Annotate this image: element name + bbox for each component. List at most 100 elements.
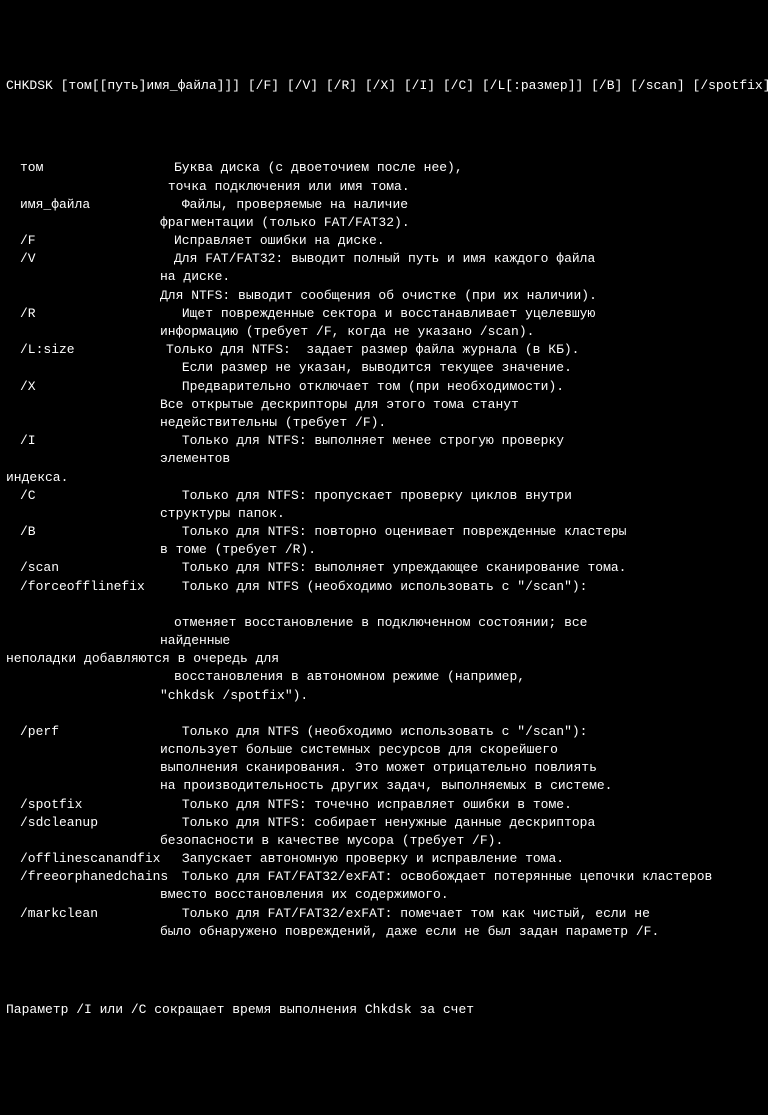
- param-flush-line: неполадки добавляются в очередь для: [6, 650, 762, 668]
- param-name: /V: [6, 250, 174, 268]
- param-row: /FИсправляет ошибки на диске.: [6, 232, 762, 250]
- param-description: на производительность других задач, выпо…: [160, 777, 762, 795]
- param-description: Только для FAT/FAT32/exFAT: освобождает …: [174, 868, 762, 886]
- param-continuation: в томе (требует /R).: [6, 541, 762, 559]
- param-flush-line: индекса.: [6, 469, 762, 487]
- param-row: Если размер не указан, выводится текущее…: [6, 359, 762, 377]
- param-name: имя_файла: [6, 196, 174, 214]
- param-row: /perf Только для NTFS (необходимо исполь…: [6, 723, 762, 741]
- parameters-list: томБуква диска (с двоеточием после нее),…: [6, 159, 762, 941]
- param-description: Все открытые дескрипторы для этого тома …: [160, 396, 762, 414]
- param-row: имя_файла Файлы, проверяемые на наличие: [6, 196, 762, 214]
- param-continuation: точка подключения или имя тома.: [6, 178, 762, 196]
- param-continuation: на диске.: [6, 268, 762, 286]
- param-description: фрагментации (только FAT/FAT32).: [160, 214, 762, 232]
- param-name: /forceofflinefix: [6, 578, 174, 596]
- param-name: [6, 668, 174, 686]
- param-name: [6, 450, 160, 468]
- param-description: Только для NTFS: точечно исправляет ошиб…: [174, 796, 762, 814]
- param-row: /spotfix Только для NTFS: точечно исправ…: [6, 796, 762, 814]
- param-row: /B Только для NTFS: повторно оценивает п…: [6, 523, 762, 541]
- param-description: информацию (требует /F, когда не указано…: [160, 323, 762, 341]
- param-row: /scan Только для NTFS: выполняет упрежда…: [6, 559, 762, 577]
- param-continuation: на производительность других задач, выпо…: [6, 777, 762, 795]
- param-name: [6, 359, 174, 377]
- param-continuation: безопасности в качестве мусора (требует …: [6, 832, 762, 850]
- param-continuation: "chkdsk /spotfix").: [6, 687, 762, 705]
- param-name: [6, 323, 160, 341]
- param-continuation: было обнаружено повреждений, даже если н…: [6, 923, 762, 941]
- param-name: [6, 396, 160, 414]
- param-continuation: использует больше системных ресурсов для…: [6, 741, 762, 759]
- param-name: /I: [6, 432, 174, 450]
- syntax-line: CHKDSK [том[[путь]имя_файла]]] [/F] [/V]…: [6, 77, 762, 95]
- param-continuation: информацию (требует /F, когда не указано…: [6, 323, 762, 341]
- param-row: /forceofflinefix Только для NTFS (необхо…: [6, 578, 762, 596]
- param-description: Запускает автономную проверку и исправле…: [174, 850, 762, 868]
- param-description: Только для NTFS (необходимо использовать…: [174, 723, 762, 741]
- param-description: Только для NTFS: выполняет упреждающее с…: [174, 559, 762, 577]
- param-name: /sdcleanup: [6, 814, 174, 832]
- param-name: /X: [6, 378, 174, 396]
- param-description: безопасности в качестве мусора (требует …: [160, 832, 762, 850]
- param-name: /R: [6, 305, 174, 323]
- param-description: Только для FAT/FAT32/exFAT: помечает том…: [174, 905, 762, 923]
- param-description: восстановления в автономном режиме (напр…: [174, 668, 762, 686]
- param-name: /spotfix: [6, 796, 174, 814]
- param-row: /VДля FAT/FAT32: выводит полный путь и и…: [6, 250, 762, 268]
- param-name: /perf: [6, 723, 174, 741]
- param-name: /F: [6, 232, 174, 250]
- param-description: вместо восстановления их содержимого.: [160, 886, 762, 904]
- param-name: [6, 541, 160, 559]
- param-description: Только для NTFS: пропускает проверку цик…: [174, 487, 762, 505]
- param-name: [6, 923, 160, 941]
- blank-line: [6, 596, 762, 614]
- param-row: отменяет восстановление в подключенном с…: [6, 614, 762, 632]
- param-name: [6, 614, 174, 632]
- param-description: точка подключения или имя тома.: [160, 178, 762, 196]
- param-name: [6, 214, 160, 232]
- blank-line: [6, 705, 762, 723]
- param-continuation: Все открытые дескрипторы для этого тома …: [6, 396, 762, 414]
- param-row: /sdcleanup Только для NTFS: собирает нен…: [6, 814, 762, 832]
- param-name: том: [6, 159, 174, 177]
- param-name: /C: [6, 487, 174, 505]
- param-name: [6, 759, 160, 777]
- param-description: Только для NTFS: задает размер файла жур…: [166, 341, 762, 359]
- param-name: [6, 414, 160, 432]
- param-continuation: Для NTFS: выводит сообщения об очистке (…: [6, 287, 762, 305]
- param-name: [6, 505, 160, 523]
- param-description: Ищет поврежденные сектора и восстанавлив…: [174, 305, 762, 323]
- param-description: было обнаружено повреждений, даже если н…: [160, 923, 762, 941]
- param-name: /offlinescanandfix: [6, 850, 174, 868]
- param-name: [6, 832, 160, 850]
- param-row: /I Только для NTFS: выполняет менее стро…: [6, 432, 762, 450]
- param-description: "chkdsk /spotfix").: [160, 687, 762, 705]
- param-description: отменяет восстановление в подключенном с…: [174, 614, 762, 632]
- param-continuation: найденные: [6, 632, 762, 650]
- param-description: недействительны (требует /F).: [160, 414, 762, 432]
- param-continuation: структуры папок.: [6, 505, 762, 523]
- param-description: Файлы, проверяемые на наличие: [174, 196, 762, 214]
- param-description: найденные: [160, 632, 762, 650]
- param-row: /markclean Только для FAT/FAT32/exFAT: п…: [6, 905, 762, 923]
- param-name: /markclean: [6, 905, 174, 923]
- param-name: /L:size: [6, 341, 166, 359]
- param-continuation: выполнения сканирования. Это может отриц…: [6, 759, 762, 777]
- param-description: структуры папок.: [160, 505, 762, 523]
- param-name: /freeorphanedchains: [6, 868, 174, 886]
- param-row: томБуква диска (с двоеточием после нее),: [6, 159, 762, 177]
- param-description: на диске.: [160, 268, 762, 286]
- param-name: [6, 687, 160, 705]
- param-description: Предварительно отключает том (при необхо…: [174, 378, 762, 396]
- param-description: Только для NTFS: выполняет менее строгую…: [174, 432, 762, 450]
- param-row: /offlinescanandfix Запускает автономную …: [6, 850, 762, 868]
- param-name: [6, 287, 160, 305]
- param-row: восстановления в автономном режиме (напр…: [6, 668, 762, 686]
- param-name: /scan: [6, 559, 174, 577]
- param-name: [6, 632, 160, 650]
- param-description: элементов: [160, 450, 762, 468]
- param-description: Если размер не указан, выводится текущее…: [174, 359, 762, 377]
- param-continuation: фрагментации (только FAT/FAT32).: [6, 214, 762, 232]
- param-row: /L:sizeТолько для NTFS: задает размер фа…: [6, 341, 762, 359]
